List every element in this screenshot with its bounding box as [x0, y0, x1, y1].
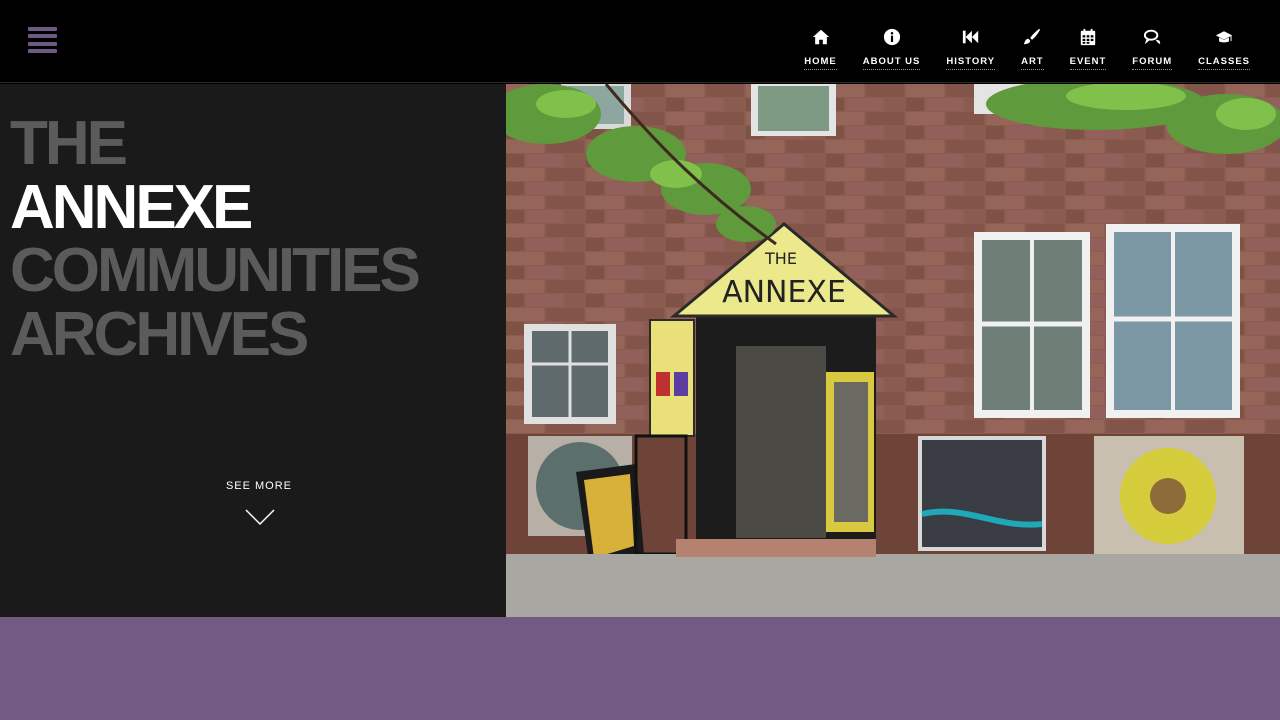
nav-item-art[interactable]: ART	[1021, 27, 1044, 70]
annexe-building-image: THE ANNEXE	[506, 84, 1280, 617]
nav-item-about-us[interactable]: ABOUT US	[862, 27, 921, 70]
purple-footer-band	[0, 617, 1280, 720]
home-icon	[811, 27, 831, 47]
nav-item-home[interactable]: HOME	[804, 27, 837, 70]
sign-annexe-text: ANNEXE	[722, 275, 846, 310]
nav-item-event[interactable]: EVENT	[1069, 27, 1107, 70]
nav-item-forum[interactable]: FORUM	[1132, 27, 1173, 70]
nav-label: CLASSES	[1198, 56, 1250, 70]
sign-the-text: THE	[764, 249, 797, 268]
nav-label: ABOUT US	[862, 56, 921, 70]
nav-label: ART	[1021, 56, 1044, 70]
nav-label: HISTORY	[946, 56, 996, 70]
hero-title-line: COMMUNITIES	[10, 236, 421, 305]
graduation-cap-icon	[1214, 27, 1234, 47]
top-navbar: HOME ABOUT US HISTORY ART EVENT FORUM CL…	[0, 0, 1280, 83]
hamburger-menu-icon[interactable]	[28, 27, 57, 53]
hero-building-photo: THE ANNEXE	[506, 84, 1280, 617]
see-more-link[interactable]: SEE MORE	[0, 480, 518, 492]
nav-item-classes[interactable]: CLASSES	[1198, 27, 1250, 70]
hero-title-line: ARCHIVES	[10, 300, 309, 369]
rewind-icon	[961, 27, 981, 47]
main-nav: HOME ABOUT US HISTORY ART EVENT FORUM CL…	[804, 27, 1250, 70]
nav-label: HOME	[804, 56, 837, 70]
hero-title-line: THE	[10, 109, 128, 178]
chat-icon	[1142, 27, 1162, 47]
nav-label: FORUM	[1132, 56, 1173, 70]
hero-title-line: ANNEXE	[10, 173, 253, 242]
nav-item-history[interactable]: HISTORY	[946, 27, 996, 70]
hero-text-panel: THE ANNEXE COMMUNITIES ARCHIVES SEE MORE	[0, 84, 506, 617]
nav-label: EVENT	[1069, 56, 1107, 70]
calendar-icon	[1078, 27, 1098, 47]
info-icon	[882, 27, 902, 47]
paintbrush-icon	[1022, 27, 1042, 47]
chevron-down-icon[interactable]	[245, 508, 275, 526]
